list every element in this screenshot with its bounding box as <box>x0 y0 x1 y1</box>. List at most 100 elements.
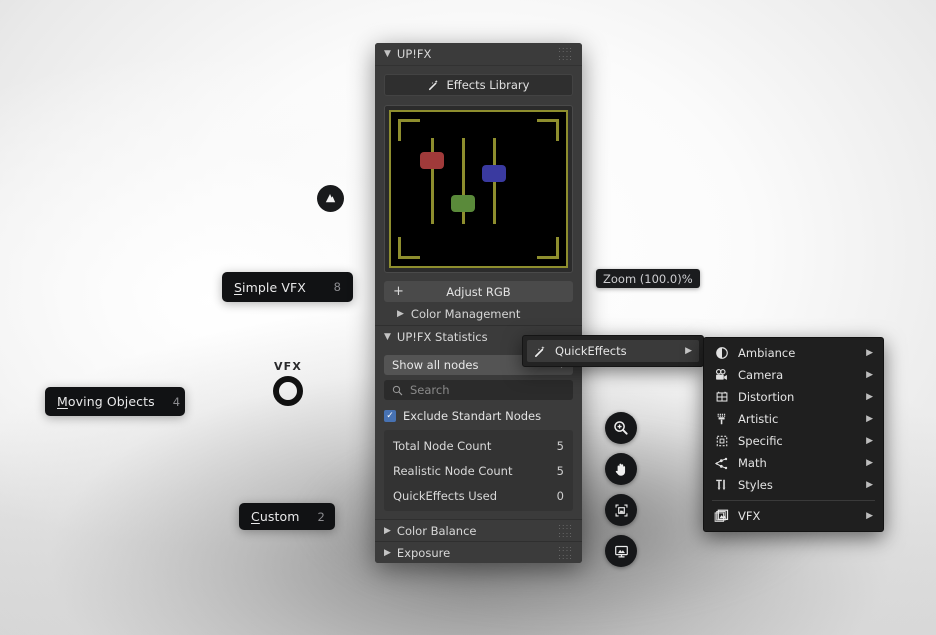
chip-custom[interactable]: Custom 2 <box>239 503 335 530</box>
menu-item-quickeffects[interactable]: QuickEffects ▶ <box>527 340 699 362</box>
menu-item-distortion-label: Distortion <box>738 390 795 404</box>
stat-value: 0 <box>556 488 564 503</box>
rgb-preview-canvas <box>389 110 568 268</box>
ambiance-icon <box>714 346 729 361</box>
corner-bracket-tl <box>398 119 420 141</box>
color-management-label: Color Management <box>410 306 521 321</box>
stat-value: 5 <box>556 463 564 478</box>
fit-image-icon[interactable] <box>605 494 637 526</box>
menu-item-quickeffects-label: QuickEffects <box>555 344 627 358</box>
stat-label: QuickEffects Used <box>393 488 498 503</box>
table-row: Total Node Count 5 <box>384 433 573 458</box>
chip-custom-label: Custom <box>251 509 300 524</box>
menu-item-camera-label: Camera <box>738 368 784 382</box>
menu-separator <box>712 500 875 501</box>
slider-thumb-red[interactable] <box>420 152 444 169</box>
distortion-icon <box>714 390 729 405</box>
statistics-table: Total Node Count 5 Realistic Node Count … <box>384 430 573 511</box>
submenu-arrow-icon: ▶ <box>866 436 873 446</box>
chip-custom-count: 2 <box>317 509 325 524</box>
submenu-arrow-icon: ▶ <box>866 414 873 424</box>
chip-moving-objects-count: 4 <box>172 394 181 409</box>
display-image-icon[interactable] <box>605 535 637 567</box>
chevron-down-icon: ▼ <box>384 331 391 342</box>
preview-frame[interactable] <box>384 105 573 273</box>
exclude-standart-nodes-checkbox[interactable]: ✓ Exclude Standart Nodes <box>384 406 573 426</box>
submenu-arrow-icon: ▶ <box>866 392 873 402</box>
menu-item-specific[interactable]: Specific ▶ <box>704 430 883 452</box>
submenu-arrow-icon: ▶ <box>866 370 873 380</box>
exposure-section-header[interactable]: ▶ Exposure :::::::: <box>375 541 582 563</box>
menu-item-specific-label: Specific <box>738 434 783 448</box>
checkbox-checked-icon: ✓ <box>384 410 396 422</box>
upfx-panel-body: Effects Library + Adjust RGB ▶ Color Man… <box>375 66 582 325</box>
zoom-readout: Zoom (100.0)% <box>596 269 700 288</box>
menu-item-distortion[interactable]: Distortion ▶ <box>704 386 883 408</box>
color-balance-section-header[interactable]: ▶ Color Balance :::::::: <box>375 519 582 541</box>
vfx-images-icon <box>714 509 729 524</box>
menu-item-artistic-label: Artistic <box>738 412 779 426</box>
quickeffects-submenu: Ambiance ▶ Camera ▶ Distortion ▶ Artisti… <box>703 337 884 532</box>
stat-label: Realistic Node Count <box>393 463 513 478</box>
menu-item-vfx[interactable]: VFX ▶ <box>704 505 883 527</box>
artistic-icon <box>714 412 729 427</box>
chip-simple-vfx[interactable]: Simple VFX 8 <box>222 272 353 302</box>
submenu-arrow-icon: ▶ <box>685 346 692 356</box>
quickeffects-context-menu: QuickEffects ▶ <box>522 335 704 367</box>
node-filter-value: Show all nodes <box>392 358 479 372</box>
effects-library-button[interactable]: Effects Library <box>384 74 573 96</box>
upfx-statistics-title: UP!FX Statistics <box>396 329 488 344</box>
chip-simple-vfx-count: 8 <box>333 280 341 294</box>
upfx-statistics-body: Show all nodes ▼ Search ✓ Exclude Standa… <box>375 347 582 511</box>
adjust-rgb-button[interactable]: + Adjust RGB <box>384 281 573 302</box>
menu-item-math[interactable]: Math ▶ <box>704 452 883 474</box>
effects-library-label: Effects Library <box>446 78 530 92</box>
slider-thumb-blue[interactable] <box>482 165 506 182</box>
vfx-ring-shape <box>273 376 303 406</box>
menu-item-styles[interactable]: Styles ▶ <box>704 474 883 496</box>
magic-wand-icon <box>428 80 438 91</box>
submenu-arrow-icon: ▶ <box>866 511 873 521</box>
table-row: Realistic Node Count 5 <box>384 458 573 483</box>
menu-item-ambiance-label: Ambiance <box>738 346 796 360</box>
slider-thumb-green[interactable] <box>451 195 475 212</box>
panel-grip-icon[interactable]: :::::::: <box>558 46 573 62</box>
mountain-glyph <box>325 194 336 203</box>
pan-hand-icon[interactable] <box>605 453 637 485</box>
submenu-arrow-icon: ▶ <box>866 348 873 358</box>
menu-item-camera[interactable]: Camera ▶ <box>704 364 883 386</box>
submenu-arrow-icon: ▶ <box>866 458 873 468</box>
styles-icon <box>714 478 729 493</box>
menu-item-artistic[interactable]: Artistic ▶ <box>704 408 883 430</box>
upfx-panel-header[interactable]: ▼ UP!FX :::::::: <box>375 43 582 66</box>
menu-item-ambiance[interactable]: Ambiance ▶ <box>704 342 883 364</box>
menu-item-styles-label: Styles <box>738 478 773 492</box>
exposure-label: Exposure <box>396 545 451 560</box>
fit-image-glyph <box>615 504 627 516</box>
exclude-standart-nodes-label: Exclude Standart Nodes <box>403 409 542 423</box>
magic-wand-icon <box>535 345 545 357</box>
menu-item-vfx-label: VFX <box>738 509 761 523</box>
upfx-panel-title: UP!FX <box>396 47 432 61</box>
vfx-marker-label: VFX <box>273 360 303 373</box>
chip-simple-vfx-label: Simple VFX <box>234 279 306 295</box>
stat-value: 5 <box>556 438 564 453</box>
zoom-in-icon[interactable] <box>605 412 637 444</box>
panel-grip-icon[interactable]: :::::::: <box>558 522 573 539</box>
menu-item-math-label: Math <box>738 456 767 470</box>
math-icon <box>714 456 729 471</box>
corner-bracket-bl <box>398 237 420 259</box>
chip-moving-objects[interactable]: Moving Objects 4 <box>45 387 185 416</box>
chevron-right-icon: ▶ <box>384 547 391 558</box>
color-management-row[interactable]: ▶ Color Management <box>384 302 573 325</box>
zoom-in-glyph <box>614 421 628 435</box>
tool-rail <box>605 412 637 567</box>
stat-label: Total Node Count <box>393 438 492 453</box>
chevron-right-icon: ▶ <box>384 525 391 536</box>
mountain-badge-icon[interactable] <box>317 185 344 212</box>
corner-bracket-br <box>537 237 559 259</box>
vfx-ring-marker[interactable]: VFX <box>262 360 314 406</box>
search-input[interactable]: Search <box>384 380 573 400</box>
panel-grip-icon[interactable]: :::::::: <box>558 544 573 561</box>
chevron-down-icon: ▼ <box>384 48 391 59</box>
